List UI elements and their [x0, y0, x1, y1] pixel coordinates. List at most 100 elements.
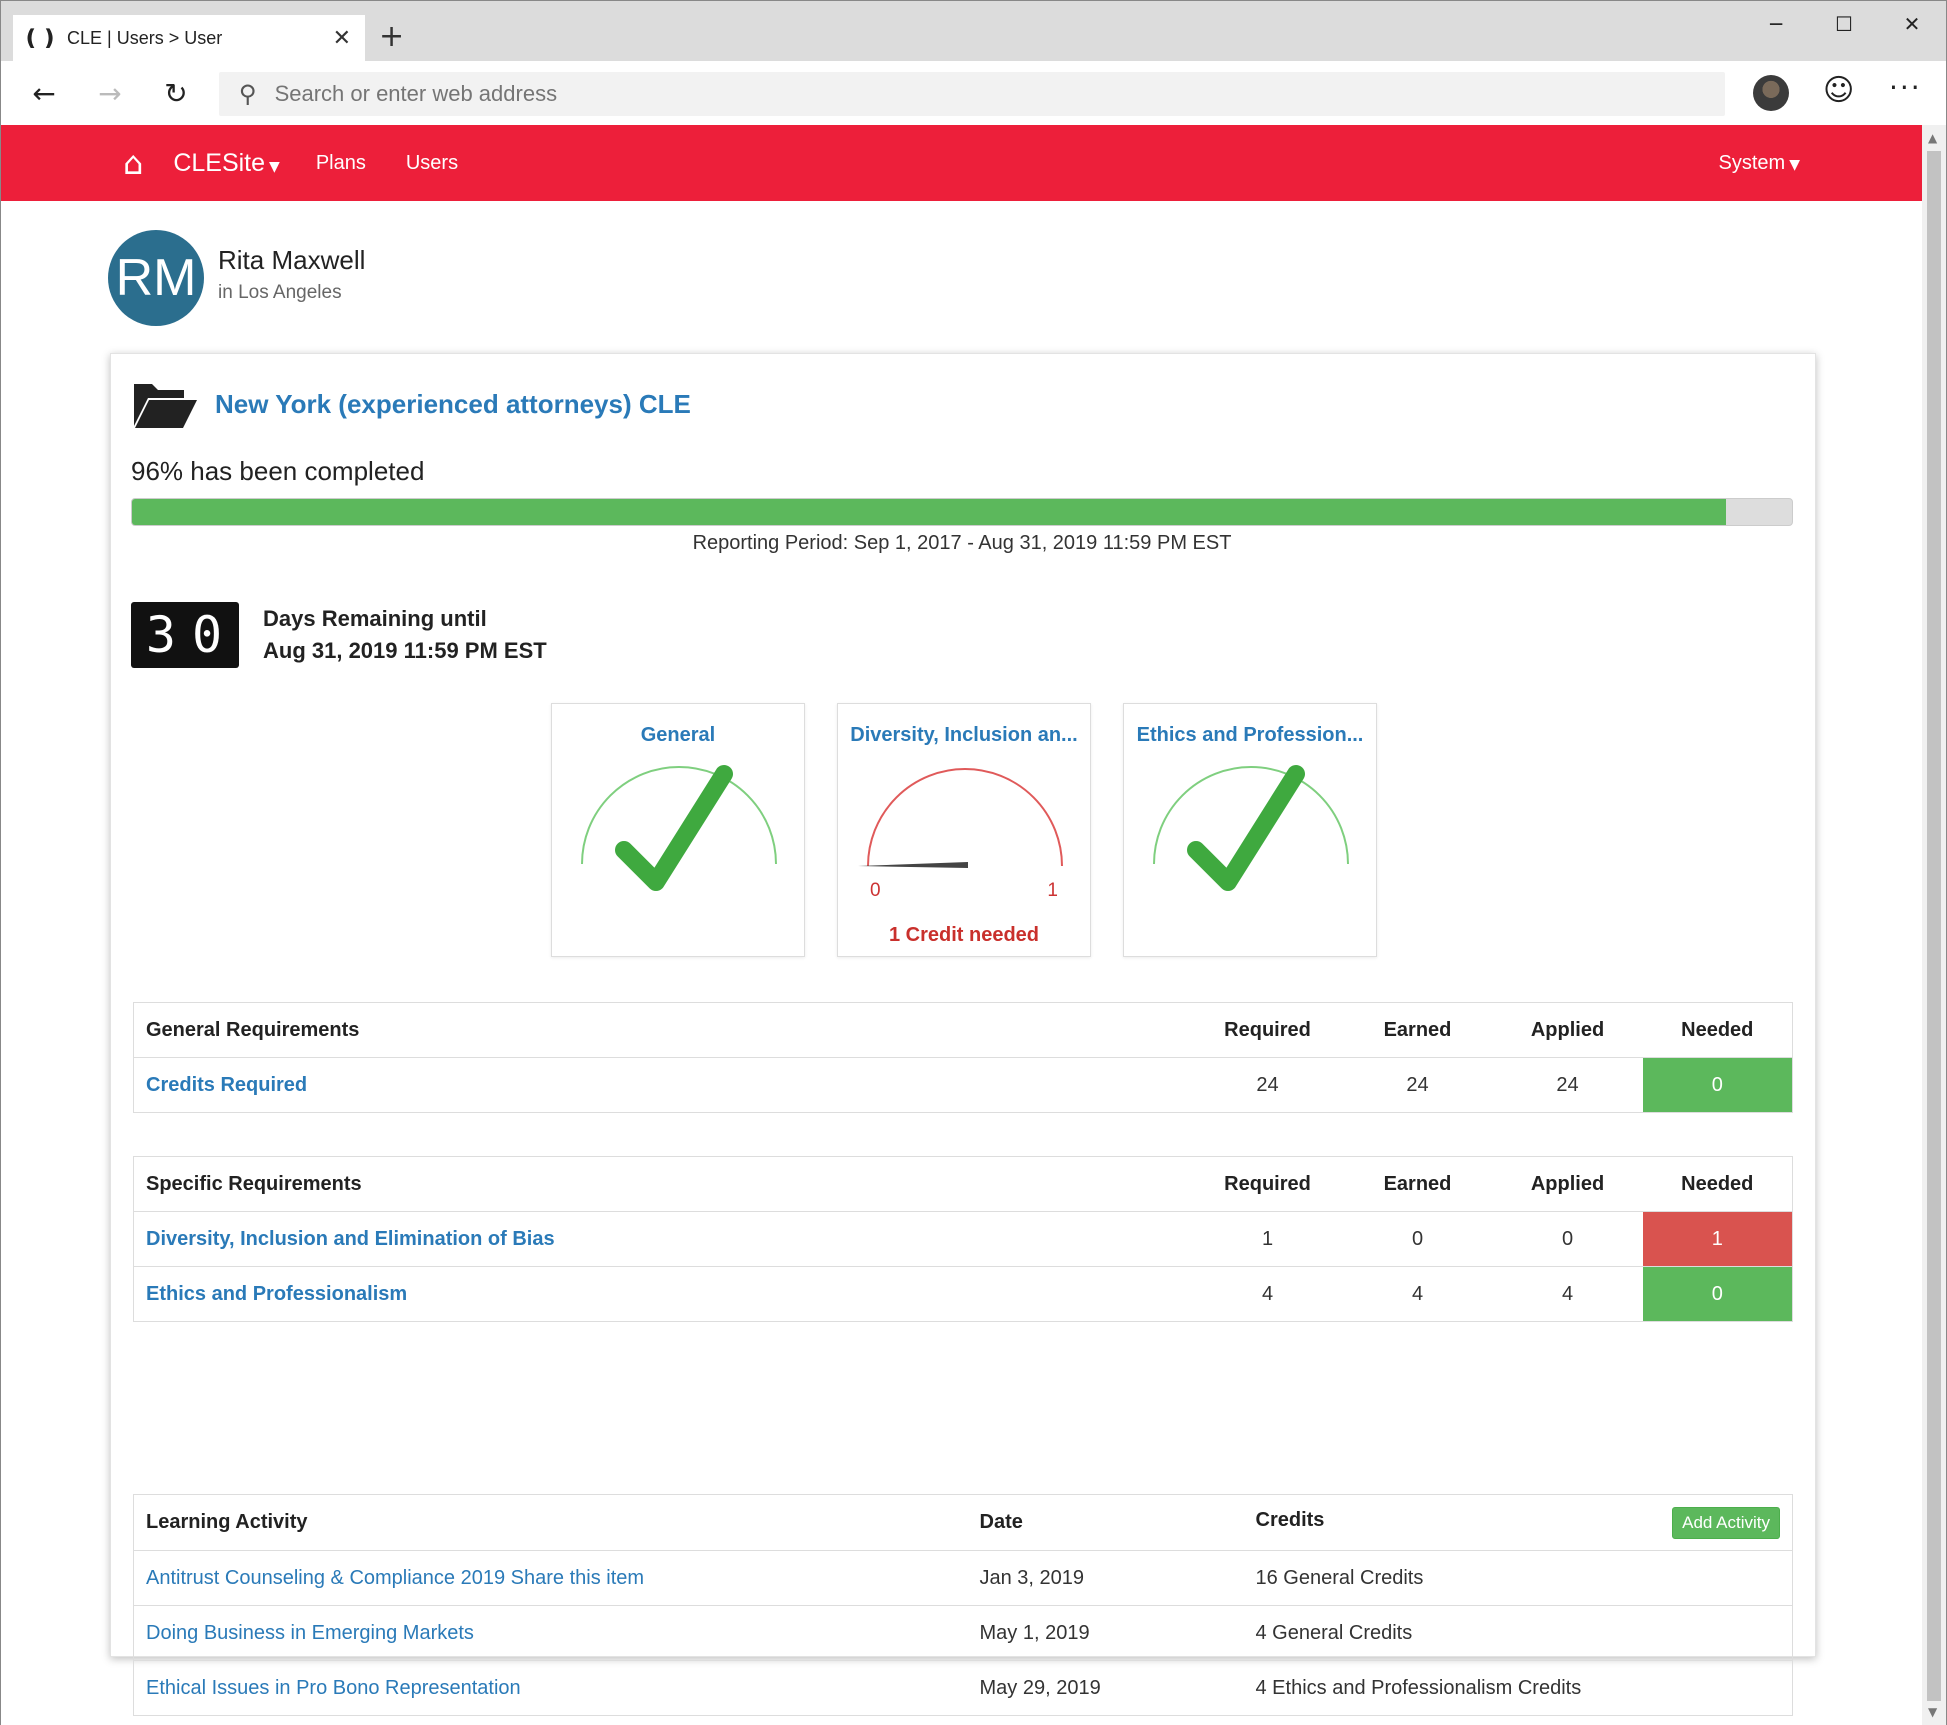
gauge-title: Ethics and Profession... — [1136, 724, 1364, 746]
applied-value: 4 — [1492, 1266, 1643, 1322]
caret-down-icon: ▼ — [269, 158, 280, 175]
column-header: Applied — [1492, 1156, 1643, 1212]
column-header: Required — [1192, 1156, 1343, 1212]
avatar: RM — [108, 230, 204, 326]
earned-value: 24 — [1342, 1057, 1493, 1113]
gauge-max-label: 1 — [1047, 880, 1058, 901]
progress-fill — [132, 499, 1726, 525]
requirement-link[interactable]: Credits Required — [133, 1057, 1193, 1113]
new-tab-icon[interactable]: + — [379, 19, 404, 54]
site-navbar: ⌂ CLESite ▼ Plans Users System ▼ — [1, 125, 1922, 201]
close-window-icon[interactable]: ✕ — [1878, 1, 1946, 47]
more-menu-icon[interactable]: ··· — [1889, 71, 1922, 104]
earned-value: 0 — [1342, 1211, 1493, 1267]
table-header-row: Learning Activity Date Credits Add Activ… — [134, 1495, 1793, 1551]
deadline-date: Aug 31, 2019 11:59 PM EST — [263, 638, 547, 663]
column-header: Applied — [1492, 1002, 1643, 1058]
required-value: 24 — [1192, 1057, 1343, 1113]
nav-link-plans[interactable]: Plans — [316, 152, 366, 175]
gauge-diversity[interactable]: Diversity, Inclusion an... 0 1 1 Credit … — [837, 703, 1091, 957]
required-value: 4 — [1192, 1266, 1343, 1322]
minimize-icon[interactable]: ─ — [1742, 1, 1810, 47]
plan-header: New York (experienced attorneys) CLE — [131, 378, 691, 430]
brand-dropdown[interactable]: CLESite ▼ — [173, 149, 280, 178]
needed-value: 1 — [1642, 1211, 1793, 1267]
page-viewport: ⌂ CLESite ▼ Plans Users System ▼ RM Rita M… — [0, 125, 1922, 1725]
activity-credits: 16 General Credits — [1243, 1550, 1793, 1606]
feedback-smiley-icon[interactable]: ☺ — [1823, 73, 1854, 108]
activity-link[interactable]: Antitrust Counseling & Compliance 2019 S… — [133, 1550, 968, 1606]
browser-chrome: ❪❫ CLE | Users > User ✕ + ─ ☐ ✕ ← → ↻ ⚲ … — [0, 0, 1947, 125]
activity-date: Jan 3, 2019 — [967, 1550, 1244, 1606]
column-header: Earned — [1342, 1156, 1493, 1212]
credit-gauge-icon — [858, 768, 1063, 868]
home-icon[interactable]: ⌂ — [123, 144, 143, 182]
browser-tab[interactable]: ❪❫ CLE | Users > User ✕ — [13, 15, 365, 61]
window-controls: ─ ☐ ✕ — [1742, 1, 1946, 47]
tab-title: CLE | Users > User — [67, 27, 223, 48]
system-label: System — [1718, 151, 1786, 174]
vertical-scrollbar[interactable]: ▲ ▼ — [1922, 125, 1947, 1725]
profile-avatar-icon[interactable] — [1753, 75, 1789, 111]
address-input[interactable] — [274, 81, 1675, 107]
add-activity-cell: Add Activity — [1470, 1495, 1793, 1551]
reporting-period: Reporting Period: Sep 1, 2017 - Aug 31, … — [692, 532, 1232, 554]
credit-needed-message: 1 Credit needed — [888, 924, 1040, 946]
scroll-down-icon[interactable]: ▼ — [1928, 1705, 1937, 1719]
table-row: Credits Required 24 24 24 0 — [133, 1057, 1793, 1113]
maximize-icon[interactable]: ☐ — [1810, 1, 1878, 47]
gauge-general[interactable]: General — [551, 703, 805, 957]
activity-link[interactable]: Ethical Issues in Pro Bono Representatio… — [133, 1660, 968, 1716]
table-row: Ethics and Professionalism 4 4 4 0 — [133, 1266, 1793, 1322]
activity-credits: 4 General Credits — [1243, 1605, 1793, 1661]
user-location: in Los Angeles — [218, 282, 342, 303]
site-favicon-icon: ❪❫ — [21, 25, 59, 51]
activity-credits: 4 Ethics and Professionalism Credits — [1243, 1660, 1793, 1716]
specific-requirements-table: Specific Requirements Required Earned Ap… — [133, 1156, 1793, 1322]
activity-date: May 1, 2019 — [967, 1605, 1244, 1661]
brand-label: CLESite — [173, 148, 266, 177]
gauge-min-label: 0 — [870, 880, 881, 901]
table-row: Diversity, Inclusion and Elimination of … — [133, 1211, 1793, 1267]
scrollbar-thumb[interactable] — [1927, 151, 1941, 1701]
gauge-title: Diversity, Inclusion an... — [850, 724, 1078, 746]
close-tab-icon[interactable]: ✕ — [333, 26, 351, 51]
days-counter: 30 — [131, 602, 239, 668]
table-row: Ethical Issues in Pro Bono Representatio… — [133, 1660, 1793, 1716]
back-icon[interactable]: ← — [11, 61, 77, 125]
applied-value: 24 — [1492, 1057, 1643, 1113]
gauge-title: General — [640, 724, 716, 746]
plan-card: New York (experienced attorneys) CLE 96%… — [110, 353, 1816, 1716]
column-header: Needed — [1642, 1156, 1793, 1212]
activity-link[interactable]: Doing Business in Emerging Markets — [133, 1605, 968, 1661]
needed-value: 0 — [1642, 1266, 1793, 1322]
table-header-row: Specific Requirements Required Earned Ap… — [133, 1156, 1793, 1212]
column-header: Learning Activity — [146, 1511, 308, 1533]
system-dropdown[interactable]: System ▼ — [1719, 152, 1800, 175]
scroll-up-icon[interactable]: ▲ — [1928, 131, 1937, 145]
plan-title-link[interactable]: New York (experienced attorneys) CLE — [215, 389, 691, 420]
table-row: Antitrust Counseling & Compliance 2019 S… — [133, 1550, 1793, 1606]
column-header: Needed — [1642, 1002, 1793, 1058]
check-gauge-icon — [581, 765, 777, 891]
completion-text: 96% has been completed — [131, 456, 425, 486]
table-row: Doing Business in Emerging Markets May 1… — [133, 1605, 1793, 1661]
search-icon: ⚲ — [239, 80, 257, 108]
refresh-icon[interactable]: ↻ — [143, 61, 209, 125]
gauge-ethics[interactable]: Ethics and Profession... — [1123, 703, 1377, 957]
tab-strip: ❪❫ CLE | Users > User ✕ + ─ ☐ ✕ — [1, 1, 1946, 61]
requirement-link[interactable]: Ethics and Professionalism — [133, 1266, 1193, 1322]
requirement-link[interactable]: Diversity, Inclusion and Elimination of … — [133, 1211, 1193, 1267]
forward-icon[interactable]: → — [77, 61, 143, 125]
address-bar[interactable]: ⚲ — [219, 72, 1725, 116]
user-name: Rita Maxwell — [218, 245, 366, 275]
caret-down-icon: ▼ — [1789, 156, 1800, 173]
add-activity-button[interactable]: Add Activity — [1672, 1507, 1780, 1539]
applied-value: 0 — [1492, 1211, 1643, 1267]
days-remaining-label: Days Remaining until — [263, 606, 487, 631]
folder-open-icon — [134, 384, 197, 428]
nav-link-users[interactable]: Users — [406, 152, 458, 175]
needed-value: 0 — [1642, 1057, 1793, 1113]
column-header: Earned — [1342, 1002, 1493, 1058]
column-header: Date — [979, 1511, 1023, 1533]
